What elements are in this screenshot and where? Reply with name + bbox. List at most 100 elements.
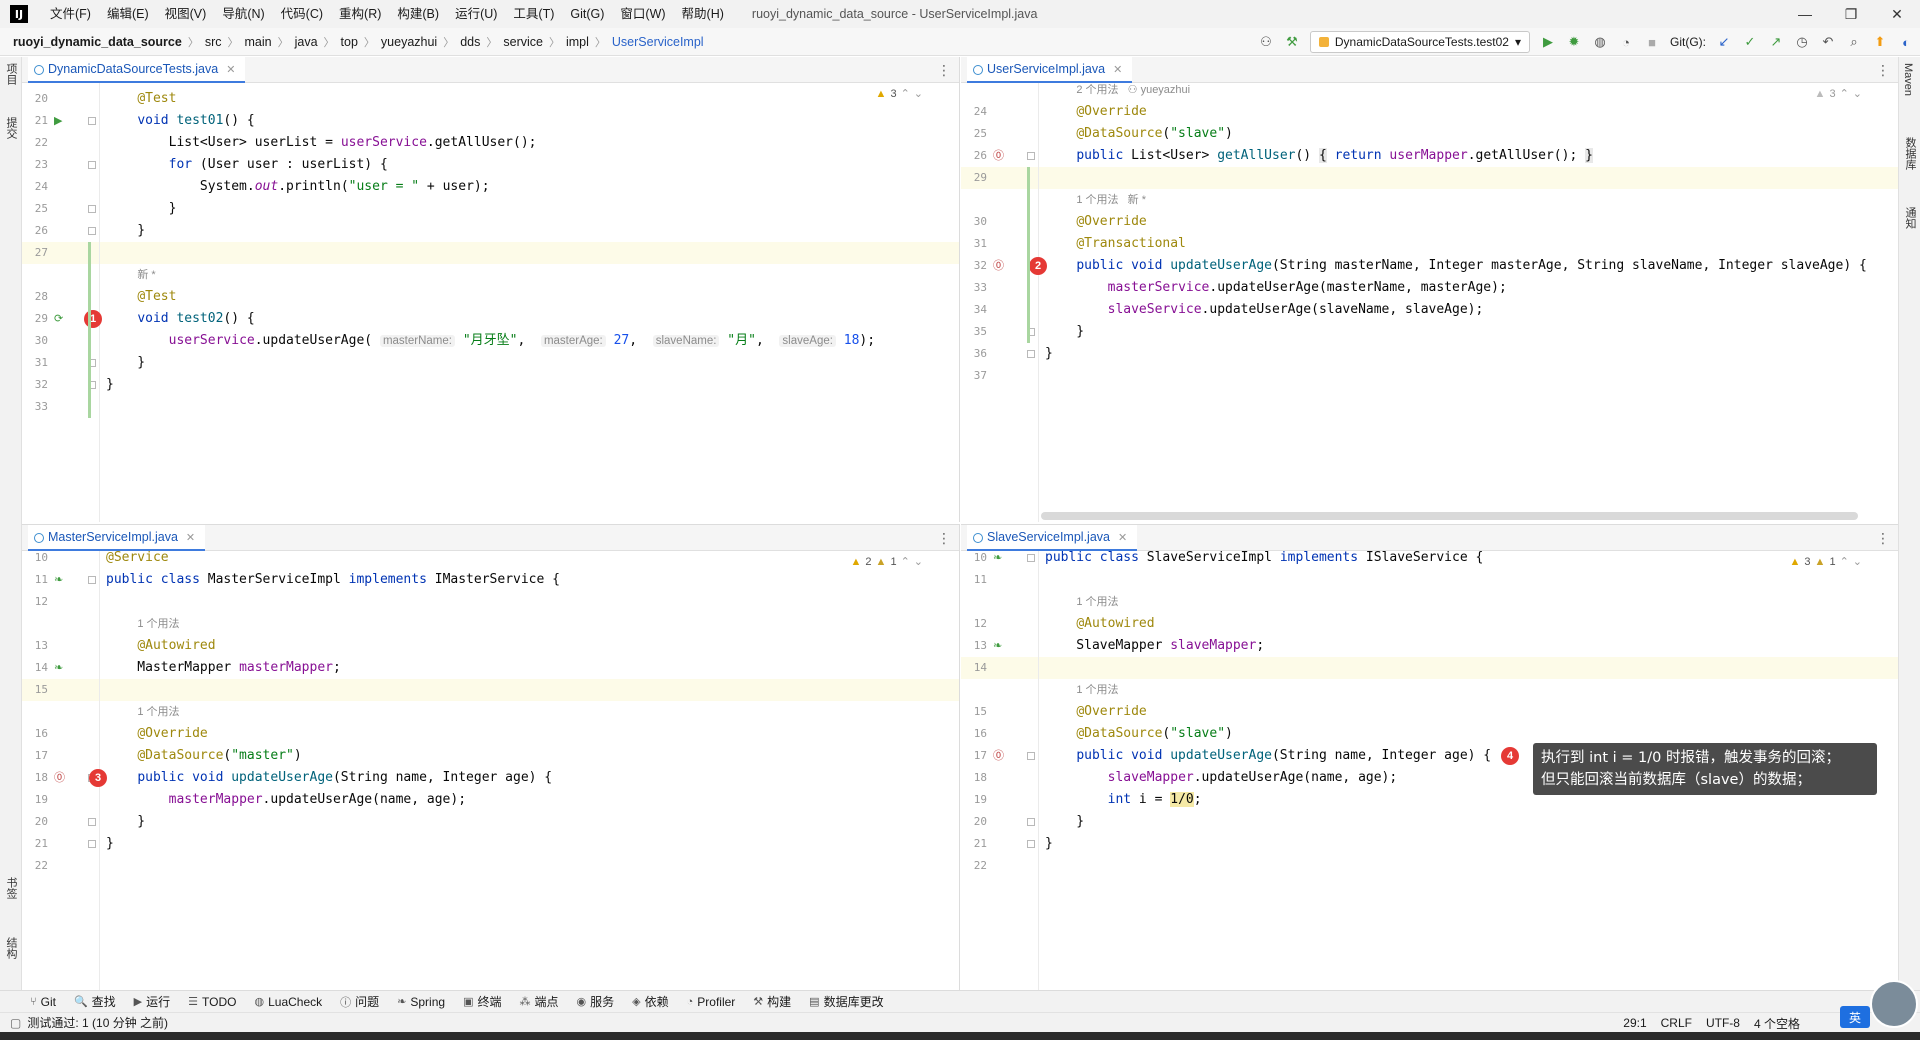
code-line[interactable]: 1 个用法 [1039,591,1898,613]
chevron-down-icon[interactable]: ⌄ [1853,87,1862,100]
tool-window-button[interactable]: ◉ 服务 [577,993,615,1010]
code-line[interactable] [100,679,959,701]
menu-item[interactable]: 文件(F) [42,0,99,28]
breadcrumb-item[interactable]: java [292,35,321,49]
breadcrumb-item[interactable]: dds [457,35,483,49]
more-icon[interactable]: ⋮ [937,62,951,79]
menu-item[interactable]: Git(G) [562,0,612,28]
code-line[interactable]: } [1039,833,1898,855]
code-line[interactable] [100,591,959,613]
menu-item[interactable]: 窗口(W) [612,0,673,28]
menu-item[interactable]: 重构(R) [331,0,389,28]
code-line[interactable]: @Service [100,547,959,569]
weak-warning-count[interactable]: 1 [890,556,896,568]
code-line[interactable]: } [1039,811,1898,833]
code-line[interactable]: 1 个用法 [100,613,959,635]
code-line[interactable]: MasterMapper masterMapper; [100,657,959,679]
indent-setting[interactable]: 4 个空格 [1754,1015,1800,1032]
fold-icon[interactable] [1027,752,1035,760]
tool-window-button[interactable]: ▶ 运行 [134,993,170,1010]
code-line[interactable]: } [100,352,959,374]
code-line[interactable]: @Override [1039,211,1898,233]
stop-icon[interactable]: ■ [1644,34,1660,50]
file-encoding[interactable]: UTF-8 [1706,1016,1740,1030]
maven-tool-button[interactable]: Maven [1902,63,1914,96]
warning-count[interactable]: 2 [865,556,871,568]
tool-window-button[interactable]: ◔ Profiler [687,995,736,1009]
gutter-action-icon[interactable]: ⟳ [54,313,66,325]
chevron-up-icon[interactable]: ⌃ [901,555,910,568]
fold-icon[interactable] [1027,350,1035,358]
intellij-logo-icon[interactable]: IJ [10,5,28,23]
user-icon[interactable]: ⚇ [1258,34,1274,50]
fold-icon[interactable] [1027,840,1035,848]
debug-icon[interactable]: ✹ [1566,34,1582,50]
tool-window-button[interactable]: ◍ LuaCheck [254,995,322,1009]
code-line[interactable]: 2 个用法 ⚇ yueyazhui [1039,79,1898,101]
tool-window-button[interactable]: ▣ 终端 [463,993,501,1010]
code-line[interactable]: } [100,833,959,855]
fold-icon[interactable] [1027,152,1035,160]
fold-icon[interactable] [88,161,96,169]
fold-icon[interactable] [88,117,96,125]
update-icon[interactable]: ⬆ [1872,34,1888,50]
code-line[interactable] [100,855,959,877]
weak-warning-count[interactable]: 1 [1829,556,1835,568]
bookmarks-tool-button[interactable]: 书签 [3,877,19,899]
menu-item[interactable]: 构建(B) [389,0,447,28]
gutter-action-icon[interactable]: ❧ [993,640,1005,652]
tool-window-button[interactable]: ⚒ 构建 [753,993,791,1010]
code-line[interactable]: masterMapper.updateUserAge(name, age); [100,789,959,811]
build-hammer-icon[interactable]: ⚒ [1284,34,1300,50]
chevron-down-icon[interactable]: ⌄ [914,87,923,100]
fold-icon[interactable] [88,576,96,584]
menu-item[interactable]: 视图(V) [157,0,215,28]
code-line[interactable] [1039,657,1898,679]
gutter-action-icon[interactable]: ▶ [54,115,66,127]
gutter-action-icon[interactable]: ❧ [54,662,66,674]
menu-item[interactable]: 导航(N) [214,0,272,28]
breadcrumb-item[interactable]: main [242,35,275,49]
code-line[interactable]: public class MasterServiceImpl implement… [100,569,959,591]
more-icon[interactable]: ⋮ [1876,530,1890,547]
git-update-icon[interactable]: ↙ [1716,34,1732,50]
close-tab-icon[interactable]: ✕ [1113,63,1122,76]
code-area[interactable]: 2 个用法 ⚇ yueyazhui @Override @DataSource(… [1039,83,1898,522]
code-line[interactable]: @DataSource("master") [100,745,959,767]
chevron-down-icon[interactable]: ⌄ [914,555,923,568]
tool-window-button[interactable]: ⑂ Git [30,995,56,1009]
code-line[interactable]: public void updateUserAge(String masterN… [1039,255,1898,277]
fold-icon[interactable] [88,818,96,826]
rollback-icon[interactable]: ↶ [1820,34,1836,50]
breadcrumb-item[interactable]: service [500,35,546,49]
close-tab-icon[interactable]: ✕ [1118,531,1127,544]
vcs-change-marker[interactable] [1027,167,1030,343]
code-line[interactable]: 1 个用法 [1039,679,1898,701]
tool-window-button[interactable]: 🔍 查找 [74,993,116,1010]
code-line[interactable]: @Transactional [1039,233,1898,255]
code-line[interactable]: public class SlaveServiceImpl implements… [1039,547,1898,569]
implementation-marker-icon[interactable]: ⓪ [993,260,1005,272]
warning-count[interactable]: 3 [1829,88,1835,100]
run-configuration-select[interactable]: DynamicDataSourceTests.test02 ▾ [1309,31,1530,53]
code-line[interactable]: } [1039,321,1898,343]
tool-window-button[interactable]: ◈ 依赖 [632,993,668,1010]
maximize-button[interactable]: ❐ [1828,0,1874,28]
breadcrumb-item[interactable]: ruoyi_dynamic_data_source [10,35,185,49]
code-line[interactable] [1039,167,1898,189]
code-line[interactable]: } [1039,343,1898,365]
breadcrumb-item[interactable]: impl [563,35,592,49]
close-window-button[interactable]: ✕ [1874,0,1920,28]
commit-tool-button[interactable]: 提交 [3,117,19,139]
code-line[interactable]: } [100,220,959,242]
ime-indicator[interactable]: 英 [1840,1006,1870,1028]
code-line[interactable]: @Test [100,88,959,110]
code-line[interactable]: @Test [100,286,959,308]
code-line[interactable]: System.out.println("user = " + user); [100,176,959,198]
tool-window-button[interactable]: ⁂ 端点 [519,993,558,1010]
tool-window-button[interactable]: ▤ 数据库更改 [809,993,883,1010]
implementation-marker-icon[interactable]: ⓪ [54,772,66,784]
coverage-icon[interactable]: ◍ [1592,34,1608,50]
more-icon[interactable]: ⋮ [937,530,951,547]
project-tool-button[interactable]: 项目 [3,63,19,85]
